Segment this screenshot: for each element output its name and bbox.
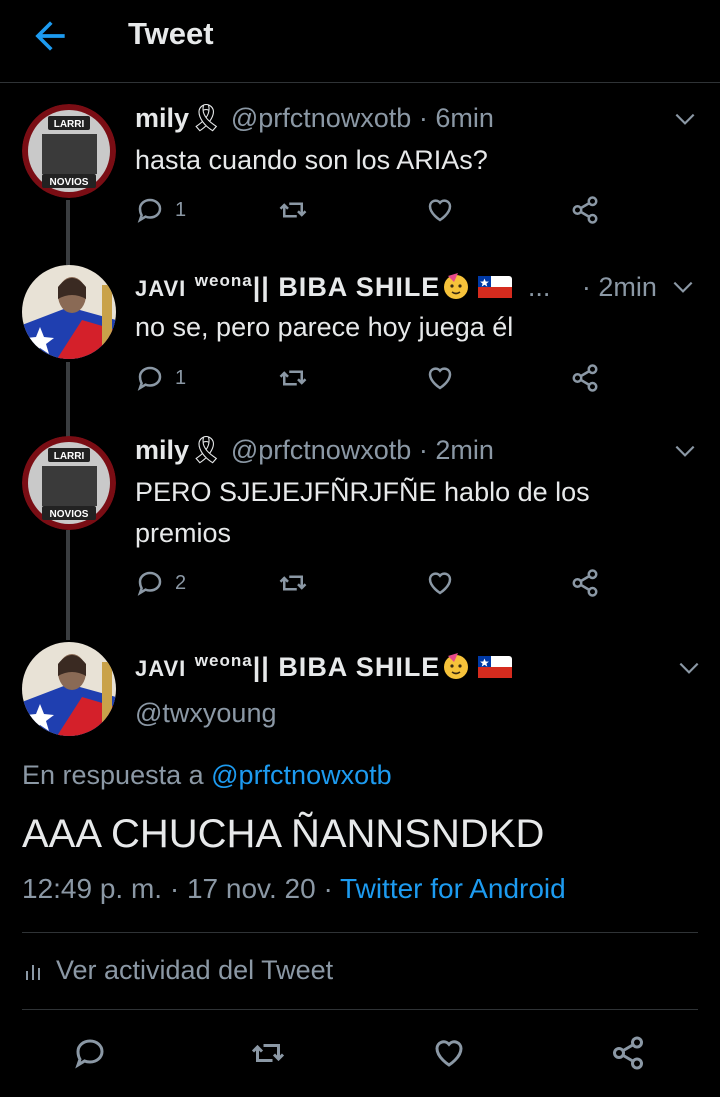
main-author-handle[interactable]: @twxyoung — [135, 698, 276, 729]
tweet-actions: 1 — [135, 363, 615, 399]
reply-to-link[interactable]: @prfctnowxotb — [211, 760, 391, 790]
divider — [22, 932, 698, 933]
author-handle[interactable]: @prfctnowxotb — [231, 435, 411, 465]
tweet-meta: mily🎗 @prfctnowxotb · 6min — [135, 102, 494, 134]
author-name[interactable]: mily — [135, 103, 189, 133]
avatar-label-top: LARRI — [54, 119, 85, 130]
name-truncation: ... — [527, 272, 551, 302]
author-name[interactable]: mily — [135, 435, 189, 465]
heart-icon — [428, 367, 452, 390]
timestamp-text: 12:49 p. m. · 17 nov. 20 · — [22, 873, 333, 904]
party-face-emoji-icon — [444, 273, 469, 299]
like-button[interactable] — [425, 568, 455, 598]
reply-icon — [137, 198, 162, 223]
retweet-button[interactable] — [278, 568, 308, 598]
chile-flag-icon — [478, 276, 513, 298]
reply-button[interactable]: 1 — [135, 195, 186, 225]
author-name-prefix: JAVI — [135, 276, 187, 301]
reply-prefix: En respuesta a — [22, 760, 204, 790]
back-arrow-icon[interactable] — [28, 14, 72, 58]
avatar-label-bottom: NOVIOS — [50, 177, 89, 188]
bar-chart-icon — [26, 964, 40, 980]
thread-line — [66, 200, 70, 265]
main-tweet-actions — [0, 1030, 720, 1076]
divider — [22, 1009, 698, 1010]
avatar[interactable] — [22, 642, 116, 736]
avatar[interactable]: LARRI NOVIOS — [22, 104, 116, 198]
top-bar: Tweet — [0, 0, 720, 83]
reply-icon — [137, 571, 162, 596]
retweet-icon[interactable] — [250, 1035, 286, 1071]
tweet-text: no se, pero parece hoy juega él — [135, 312, 514, 342]
party-face-emoji-icon — [444, 653, 469, 679]
tweet-actions: 1 — [135, 195, 615, 231]
chevron-down-icon[interactable] — [670, 274, 696, 300]
reply-button[interactable]: 2 — [135, 568, 186, 598]
page-title: Tweet — [128, 16, 214, 51]
tweet-activity-link[interactable]: Ver actividad del Tweet — [22, 955, 333, 986]
reply-count: 1 — [175, 366, 187, 389]
activity-label: Ver actividad del Tweet — [56, 955, 334, 985]
chevron-down-icon[interactable] — [672, 106, 698, 132]
like-button[interactable] — [425, 195, 455, 225]
tweet-meta: mily🎗 @prfctnowxotb · 2min — [135, 434, 494, 466]
chile-flag-icon — [478, 656, 513, 678]
tweet-time: · 2min — [581, 272, 657, 302]
author-name-sup: weona — [194, 651, 253, 670]
author-name-rest: || BIBA SHILE — [252, 652, 441, 682]
like-button[interactable] — [425, 363, 455, 393]
reply-icon[interactable] — [72, 1035, 108, 1071]
avatar-label-top: LARRI — [54, 451, 85, 462]
author-name-sup: weona — [194, 271, 253, 290]
reply-icon — [137, 366, 162, 391]
share-button[interactable] — [570, 363, 600, 393]
share-icon — [572, 196, 598, 224]
share-button[interactable] — [570, 568, 600, 598]
chevron-down-icon[interactable] — [676, 655, 702, 681]
reply-count: 1 — [175, 198, 187, 221]
author-handle[interactable]: @prfctnowxotb — [231, 103, 411, 133]
tweet-text: PERO SJEJEJFÑRJFÑE hablo de los premios — [135, 477, 590, 548]
author-name-prefix: JAVI — [135, 656, 187, 681]
tweet-time: · 2min — [418, 435, 494, 465]
reply-count: 2 — [175, 571, 187, 594]
tweet-actions: 2 — [135, 568, 615, 604]
main-tweet-text: AAA CHUCHA ÑANNSNDKD — [22, 812, 545, 856]
ribbon-icon: 🎗 — [189, 435, 224, 465]
main-author-name[interactable]: JAVI weona|| BIBA SHILE — [135, 650, 513, 683]
heart-icon — [428, 199, 452, 222]
avatar[interactable]: LARRI NOVIOS — [22, 436, 116, 530]
share-icon — [572, 569, 598, 597]
client-link[interactable]: Twitter for Android — [340, 873, 566, 904]
retweet-icon — [279, 575, 307, 591]
retweet-icon — [279, 202, 307, 218]
tweet-text: hasta cuando son los ARIAs? — [135, 145, 488, 175]
retweet-button[interactable] — [278, 195, 308, 225]
ribbon-icon: 🎗 — [189, 103, 224, 133]
tweet-meta: JAVI weona|| BIBA SHILE ... · 2min — [135, 270, 657, 303]
heart-icon[interactable] — [431, 1035, 467, 1071]
reply-button[interactable]: 1 — [135, 363, 186, 393]
share-button[interactable] — [570, 195, 600, 225]
tweet-timestamp: 12:49 p. m. · 17 nov. 20 · Twitter for A… — [22, 873, 566, 905]
chevron-down-icon[interactable] — [672, 438, 698, 464]
author-name[interactable]: JAVI weona|| BIBA SHILE — [135, 271, 441, 302]
heart-icon — [428, 572, 452, 595]
avatar[interactable] — [22, 265, 116, 359]
thread-line — [66, 362, 70, 437]
tweet-time: · 6min — [418, 103, 494, 133]
thread-line — [66, 530, 70, 640]
reply-context: En respuesta a @prfctnowxotb — [22, 760, 392, 791]
author-name-rest: || BIBA SHILE — [252, 272, 441, 302]
share-icon — [572, 364, 598, 392]
retweet-button[interactable] — [278, 363, 308, 393]
avatar-label-bottom: NOVIOS — [50, 509, 89, 520]
retweet-icon — [279, 370, 307, 386]
share-icon[interactable] — [610, 1035, 646, 1071]
